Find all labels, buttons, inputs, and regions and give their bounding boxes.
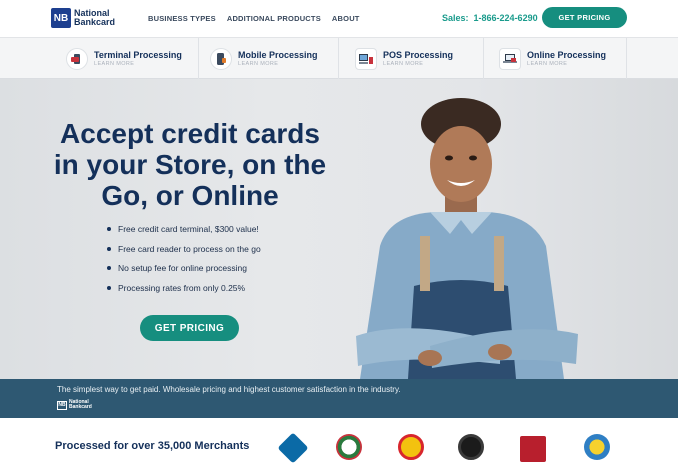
benefit-item: Free credit card terminal, $300 value!: [107, 224, 261, 244]
learn-more-link[interactable]: LEARN MORE: [527, 60, 606, 68]
nav-about[interactable]: ABOUT: [332, 14, 360, 23]
main-nav: BUSINESS TYPES ADDITIONAL PRODUCTS ABOUT: [148, 14, 371, 23]
bmw-logo-icon: [458, 434, 484, 460]
kfc-logo-icon: [520, 436, 546, 462]
merchant-woman-photo: [356, 98, 578, 379]
band-logo: NB National Bankcard: [57, 400, 92, 410]
mobile-reader-icon: [210, 47, 232, 70]
service-pos-processing[interactable]: POS Processing LEARN MORE: [339, 38, 484, 79]
shell-logo-icon: [398, 434, 424, 460]
service-title: POS Processing: [383, 49, 454, 60]
nav-business-types[interactable]: BUSINESS TYPES: [148, 14, 216, 23]
national-bankcard-logo[interactable]: NB National Bankcard: [51, 8, 115, 28]
benefit-item: Processing rates from only 0.25%: [107, 283, 261, 303]
nav-additional-products[interactable]: ADDITIONAL PRODUCTS: [227, 14, 321, 23]
hero-section: Accept credit cards in your Store, on th…: [0, 79, 678, 379]
site-header: NB National Bankcard BUSINESS TYPES ADDI…: [0, 0, 678, 37]
learn-more-link[interactable]: LEARN MORE: [94, 60, 182, 68]
hero-title-line: Go, or Online: [101, 180, 279, 211]
pos-register-icon: [355, 47, 377, 70]
service-online-processing[interactable]: Online Processing LEARN MORE: [484, 38, 627, 79]
service-terminal-processing[interactable]: Terminal Processing LEARN MORE: [55, 38, 199, 79]
get-pricing-button[interactable]: GET PRICING: [542, 7, 627, 28]
benefit-list: Free credit card terminal, $300 value! F…: [107, 224, 261, 302]
benefit-item: No setup fee for online processing: [107, 263, 261, 283]
band-logo-mark: NB: [57, 400, 67, 410]
card-terminal-icon: [66, 47, 88, 70]
service-mobile-processing[interactable]: Mobile Processing LEARN MORE: [199, 38, 339, 79]
dominos-logo-icon: [277, 432, 309, 464]
service-title: Mobile Processing: [238, 49, 318, 60]
benefit-item: Free card reader to process on the go: [107, 244, 261, 264]
sales-contact: Sales: 1-866-224-6290: [442, 13, 538, 23]
tagline-text: The simplest way to get paid. Wholesale …: [57, 385, 401, 394]
learn-more-link[interactable]: LEARN MORE: [383, 60, 453, 68]
logo-line2: Bankcard: [74, 17, 116, 27]
logo-wordmark: National Bankcard: [74, 9, 115, 27]
laptop-icon: [499, 47, 521, 70]
hero-title-line: Accept credit cards: [60, 118, 320, 149]
hero-title-line: in your Store, on the: [53, 149, 327, 180]
sales-phone-link[interactable]: 1-866-224-6290: [474, 13, 538, 23]
hero-title: Accept credit cards in your Store, on th…: [40, 118, 340, 211]
logo-mark: NB: [51, 8, 71, 28]
services-bar: Terminal Processing LEARN MORE Mobile Pr…: [0, 37, 678, 79]
service-title: Online Processing: [527, 49, 607, 60]
brand-logo-icon: [584, 434, 610, 460]
sales-label: Sales:: [442, 13, 469, 23]
merchants-heading: Processed for over 35,000 Merchants: [55, 440, 250, 452]
band-logo-line2: Bankcard: [69, 404, 92, 410]
brand-logo-icon: [336, 434, 362, 460]
learn-more-link[interactable]: LEARN MORE: [238, 60, 318, 68]
hero-get-pricing-button[interactable]: GET PRICING: [140, 315, 239, 341]
service-title: Terminal Processing: [94, 49, 182, 60]
